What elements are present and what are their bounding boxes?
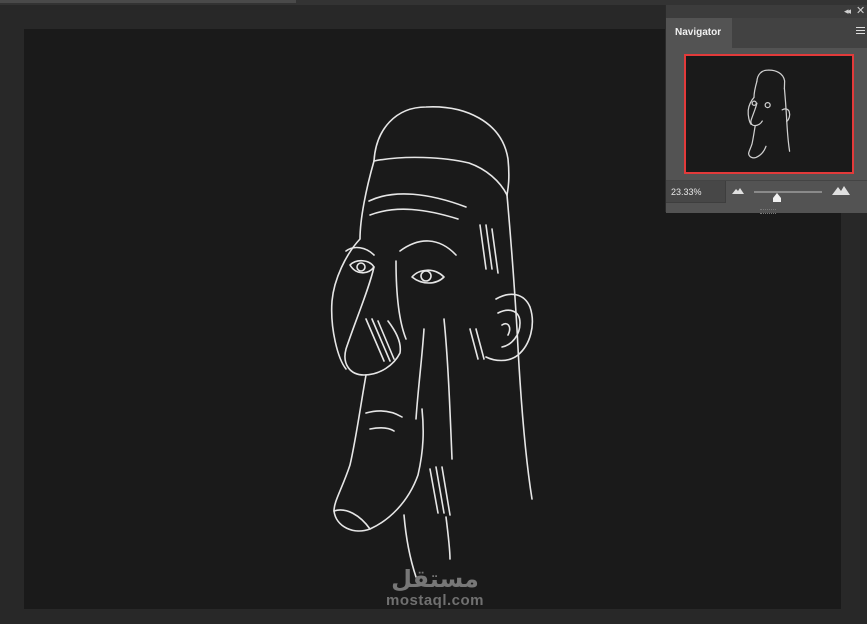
panel-tab-row: Navigator [666, 18, 867, 48]
panel-menu-icon[interactable] [856, 27, 865, 36]
document-tab-indicator[interactable] [0, 0, 296, 3]
close-icon[interactable]: ✕ [856, 4, 865, 17]
navigator-panel: ◂◂ ✕ Navigator 23.33% [665, 5, 867, 214]
zoom-slider-track[interactable] [754, 191, 822, 193]
panel-resize-grip[interactable] [760, 209, 776, 214]
navigator-zoom-bar: 23.33% [666, 180, 867, 214]
large-mountain-icon[interactable] [832, 185, 850, 196]
navigator-preview[interactable] [666, 48, 867, 180]
zoom-percentage-field[interactable]: 23.33% [666, 181, 726, 203]
navigator-view-box[interactable] [684, 54, 854, 174]
tab-navigator[interactable]: Navigator [666, 18, 732, 48]
small-mountain-icon[interactable] [732, 187, 744, 195]
double-chevron-icon[interactable]: ◂◂ [844, 6, 851, 17]
zoom-slider-handle[interactable] [772, 193, 782, 202]
panel-titlebar[interactable]: ◂◂ ✕ [666, 5, 867, 18]
